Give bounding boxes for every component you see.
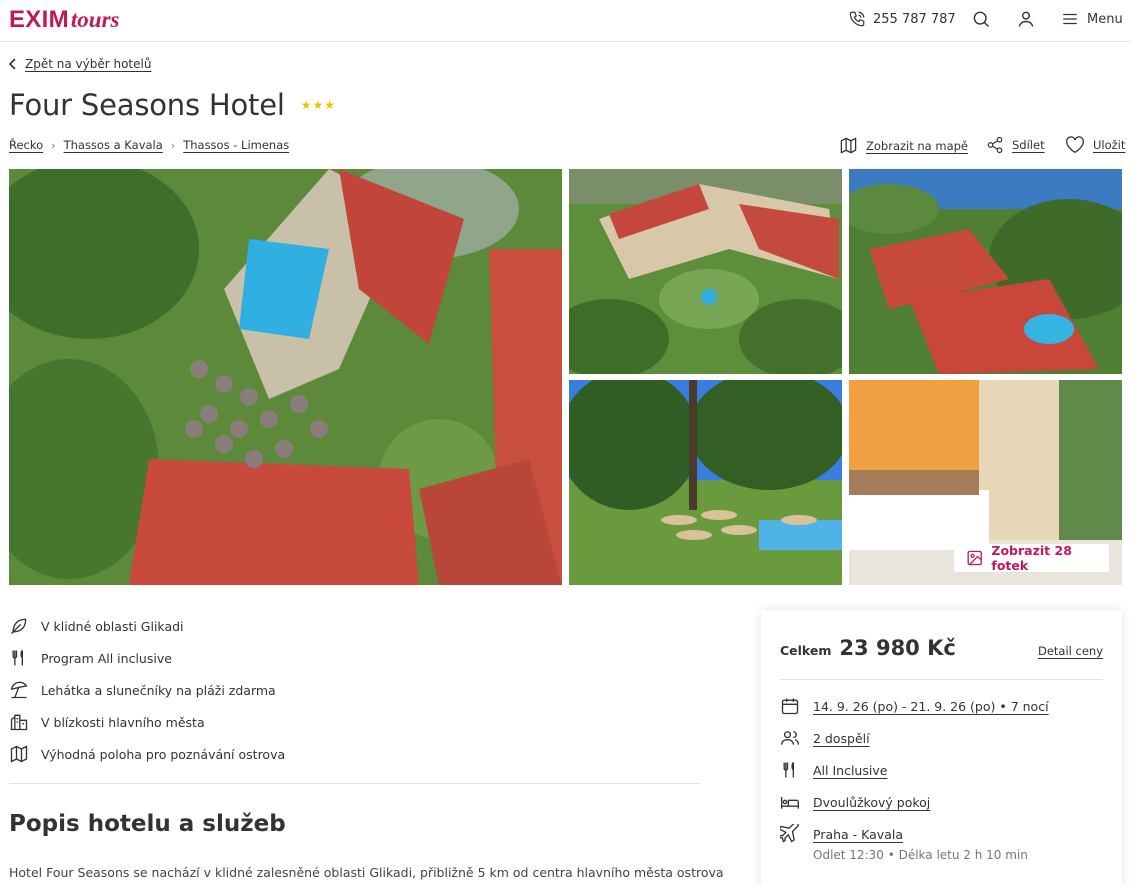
people-value: 2 dospělí bbox=[813, 730, 870, 746]
feature-item: Lehátka a slunečníky na pláži zdarma bbox=[9, 674, 285, 706]
flight-value: Praha - Kavala bbox=[813, 826, 903, 842]
room-row[interactable]: Dvoulůžkový pokoj bbox=[780, 792, 930, 812]
feature-item: Výhodná poloha pro poznávání ostrova bbox=[9, 738, 285, 770]
map-icon bbox=[840, 137, 857, 154]
flight-row[interactable]: Praha - Kavala bbox=[780, 824, 903, 844]
aerial-hotel-image bbox=[9, 169, 562, 585]
heart-icon bbox=[1066, 136, 1084, 154]
hotel-sea-view-image bbox=[849, 169, 1122, 374]
price-summary-box: Celkem 23 980 Kč Detail ceny 14. 9. 26 (… bbox=[761, 610, 1122, 885]
breadcrumb-region[interactable]: Thassos a Kavala bbox=[64, 138, 163, 152]
feature-text: Program All inclusive bbox=[41, 650, 172, 666]
feature-text: V blízkosti hlavního města bbox=[41, 714, 205, 730]
hotel-title-row: Four Seasons Hotel ★ ★ ★ bbox=[9, 88, 335, 122]
section-divider bbox=[9, 783, 700, 784]
pool-garden-image bbox=[569, 380, 842, 585]
feature-item: V klidné oblasti Glikadi bbox=[9, 610, 285, 642]
search-icon[interactable] bbox=[971, 9, 991, 29]
save-label: Uložit bbox=[1093, 138, 1126, 152]
board-row[interactable]: All Inclusive bbox=[780, 760, 887, 780]
dates-row[interactable]: 14. 9. 26 (po) - 21. 9. 26 (po) • 7 nocí bbox=[780, 696, 1049, 716]
hamburger-icon bbox=[1063, 13, 1077, 25]
gallery-photo[interactable] bbox=[569, 380, 842, 585]
price-detail-link[interactable]: Detail ceny bbox=[1038, 644, 1103, 658]
flight-info: Odlet 12:30 • Délka letu 2 h 10 min bbox=[813, 848, 1028, 862]
breadcrumb: Řecko › Thassos a Kavala › Thassos - Lim… bbox=[9, 138, 289, 152]
star-icon: ★ bbox=[300, 98, 312, 112]
room-value: Dvoulůžkový pokoj bbox=[813, 794, 931, 810]
chevron-right-icon: › bbox=[170, 138, 176, 152]
dates-value: 14. 9. 26 (po) - 21. 9. 26 (po) • 7 nocí bbox=[813, 698, 1049, 714]
show-all-photos-button[interactable]: Zobrazit 28 fotek bbox=[954, 543, 1109, 573]
share-label: Sdílet bbox=[1012, 138, 1045, 152]
total-price-label: Celkem bbox=[780, 643, 832, 658]
star-icon: ★ bbox=[312, 98, 324, 112]
share-link[interactable]: Sdílet bbox=[986, 136, 1045, 154]
people-icon bbox=[781, 731, 799, 745]
breadcrumb-country[interactable]: Řecko bbox=[9, 138, 43, 152]
back-to-hotels-link[interactable]: Zpět na výběr hotelů bbox=[9, 57, 151, 71]
calendar-icon bbox=[781, 698, 799, 715]
description-text: Hotel Four Seasons se nachází v klidné z… bbox=[9, 865, 724, 880]
feature-text: Výhodná poloha pro poznávání ostrova bbox=[41, 746, 286, 762]
breadcrumb-destination[interactable]: Thassos - Limenas bbox=[183, 138, 289, 152]
star-icon: ★ bbox=[324, 98, 336, 112]
user-icon[interactable] bbox=[1016, 9, 1036, 29]
plane-icon bbox=[780, 824, 799, 843]
show-all-photos-label: Zobrazit 28 fotek bbox=[991, 543, 1072, 573]
chevron-right-icon: › bbox=[51, 138, 56, 152]
cutlery-icon bbox=[12, 650, 23, 666]
menu-label: Menu bbox=[1087, 11, 1123, 27]
map-icon bbox=[10, 745, 28, 763]
page-title: Four Seasons Hotel bbox=[9, 88, 285, 122]
price-divider bbox=[780, 679, 1103, 680]
hotel-features-list: V klidné oblasti Glikadi Program All inc… bbox=[9, 610, 285, 770]
feature-item: Program All inclusive bbox=[9, 642, 285, 674]
save-link[interactable]: Uložit bbox=[1065, 136, 1125, 154]
bed-icon bbox=[781, 797, 799, 809]
feature-item: V blízkosti hlavního města bbox=[9, 706, 285, 738]
show-on-map-label: Zobrazit na mapě bbox=[866, 138, 969, 153]
back-link-label: Zpět na výběr hotelů bbox=[25, 57, 152, 71]
chevron-left-icon bbox=[9, 58, 16, 70]
hotel-aerial-image bbox=[569, 169, 842, 374]
exim-tours-logo[interactable]: EXIM tours bbox=[9, 6, 119, 34]
share-icon bbox=[987, 136, 1003, 154]
feature-text: Lehátka a slunečníky na pláži zdarma bbox=[41, 682, 276, 698]
total-price: Celkem 23 980 Kč bbox=[780, 636, 956, 660]
logo-script: tours bbox=[70, 7, 120, 32]
gallery-photo[interactable] bbox=[569, 169, 842, 374]
feature-text: V klidné oblasti Glikadi bbox=[41, 618, 184, 634]
show-on-map-link[interactable]: Zobrazit na mapě bbox=[839, 136, 968, 155]
menu-button[interactable]: Menu bbox=[1061, 9, 1123, 29]
people-row[interactable]: 2 dospělí bbox=[780, 728, 870, 748]
beach-umbrella-icon bbox=[10, 681, 28, 699]
phone-number: 255 787 787 bbox=[873, 11, 956, 27]
site-header: EXIM tours 255 787 787 Menu bbox=[0, 0, 1131, 42]
gallery-main-photo[interactable] bbox=[9, 169, 562, 585]
total-price-value: 23 980 Kč bbox=[839, 636, 956, 660]
city-icon bbox=[10, 714, 28, 731]
leaf-icon bbox=[11, 618, 27, 634]
cutlery-icon bbox=[783, 762, 794, 778]
gallery-photo[interactable] bbox=[849, 169, 1122, 374]
phone-icon bbox=[849, 11, 865, 27]
image-icon bbox=[967, 550, 982, 566]
board-value: All Inclusive bbox=[813, 762, 888, 778]
star-rating: ★ ★ ★ bbox=[301, 99, 335, 111]
logo-main: EXIM bbox=[9, 6, 69, 33]
description-title: Popis hotelu a služeb bbox=[9, 811, 286, 837]
phone-link[interactable]: 255 787 787 bbox=[848, 9, 956, 29]
